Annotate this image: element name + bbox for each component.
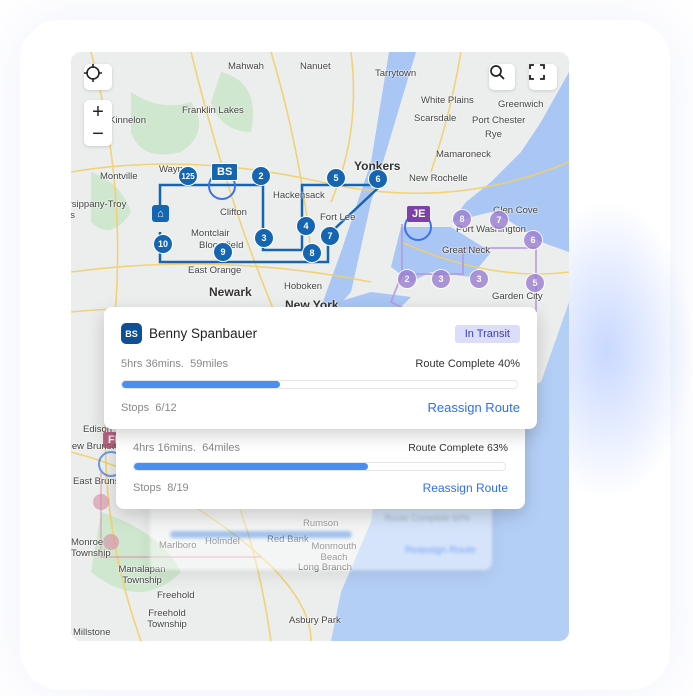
place-label: Scarsdale: [414, 113, 457, 124]
driver-tag-bs[interactable]: BS: [211, 163, 239, 181]
zoom-out-button[interactable]: −: [92, 123, 104, 145]
place-label: Hackensack: [273, 190, 325, 201]
progress-bar: [170, 531, 352, 538]
place-label: Nanuet: [300, 61, 331, 72]
route-stop-marker[interactable]: 3: [431, 269, 451, 289]
route-complete: Route Complete 40%: [415, 358, 520, 370]
place-label: Asbury Park: [289, 615, 341, 626]
place-label: East Orange: [188, 265, 242, 276]
progress-fill: [134, 463, 368, 470]
stops-count: Stops 6/12: [121, 401, 177, 414]
place-label: Mahwah: [228, 61, 264, 72]
place-label: Kinnelon: [109, 115, 146, 126]
place-label: Clifton: [220, 207, 247, 218]
route-stop-marker[interactable]: 9: [213, 242, 233, 262]
place-label: Parsippany-Troy Hills: [71, 199, 127, 221]
place-label: Millstone: [73, 627, 111, 638]
place-label: Mamaroneck: [436, 149, 491, 160]
driver-name: Benny Spanbauer: [149, 326, 258, 341]
zoom-controls: + −: [84, 100, 112, 146]
reassign-route-link[interactable]: Reassign Route: [405, 545, 476, 556]
route-stop-marker[interactable]: 3: [469, 269, 489, 289]
zoom-in-button[interactable]: +: [92, 101, 104, 123]
route-stop-marker[interactable]: 5: [525, 273, 545, 293]
reassign-route-link[interactable]: Reassign Route: [428, 400, 521, 415]
place-label: New Rochelle: [409, 173, 468, 184]
progress-bar: [121, 380, 518, 389]
reassign-route-link[interactable]: Reassign Route: [423, 481, 508, 495]
place-label: Montclair: [191, 228, 230, 239]
place-label: Freehold: [157, 590, 195, 601]
place-label: Franklin Lakes: [182, 105, 244, 116]
home-depot-icon[interactable]: ⌂: [152, 205, 169, 222]
route-stop-marker[interactable]: 6: [523, 230, 543, 250]
route-complete-label: Route Complete 60%: [384, 513, 470, 523]
route-stop-marker[interactable]: 4: [296, 216, 316, 236]
place-label: Fort Lee: [320, 212, 356, 223]
place-label: Montville: [100, 171, 138, 182]
route-stop-marker[interactable]: 5: [326, 168, 346, 188]
progress-fill: [122, 381, 280, 388]
route-complete: Route Complete 63%: [408, 442, 508, 454]
route-duration-distance: 4hrs 16mins. 64miles: [133, 442, 241, 454]
place-label: Monroe Township: [71, 537, 111, 559]
route-stop-marker[interactable]: 2: [397, 269, 417, 289]
place-label: Newark: [209, 285, 252, 299]
progress-bar: [133, 462, 506, 471]
place-label: Rye: [485, 129, 502, 140]
stops-count: Stops 8/19: [133, 482, 189, 494]
route-duration-distance: 5hrs 36mins. 59miles: [121, 358, 229, 370]
driver-tag-je[interactable]: JE: [407, 206, 431, 222]
route-stop-marker[interactable]: 3: [254, 228, 274, 248]
route-stop-marker[interactable]: 7: [489, 210, 509, 230]
route-stop-marker[interactable]: 2: [251, 166, 271, 186]
route-stop-marker[interactable]: 8: [452, 209, 472, 229]
avatar: BS: [121, 323, 142, 344]
place-label: Port Chester: [472, 115, 526, 126]
place-label: Freehold Township: [147, 608, 187, 630]
driver-card-2[interactable]: 4hrs 16mins. 64miles Route Complete 63% …: [116, 415, 525, 509]
progress-fill: [170, 531, 352, 538]
route-stop-marker[interactable]: 10: [153, 234, 173, 254]
place-label: Tarrytown: [375, 68, 417, 79]
crosshair-icon[interactable]: [84, 64, 112, 90]
route-stop-marker[interactable]: 7: [320, 226, 340, 246]
place-label: Greenwich: [498, 99, 544, 110]
zoom-search-icon[interactable]: [489, 64, 515, 90]
place-label: White Plains: [421, 95, 474, 106]
status-badge: In Transit: [454, 325, 520, 343]
route-stop-marker[interactable]: 125: [178, 166, 198, 186]
route-stop-marker[interactable]: 8: [302, 243, 322, 263]
place-label: Hoboken: [284, 281, 323, 292]
place-label: Great Neck: [442, 245, 491, 256]
route-stop-marker[interactable]: 6: [368, 169, 388, 189]
driver-card-1[interactable]: BS Benny Spanbauer In Transit 5hrs 36min…: [104, 307, 537, 429]
fullscreen-icon[interactable]: [529, 64, 557, 90]
